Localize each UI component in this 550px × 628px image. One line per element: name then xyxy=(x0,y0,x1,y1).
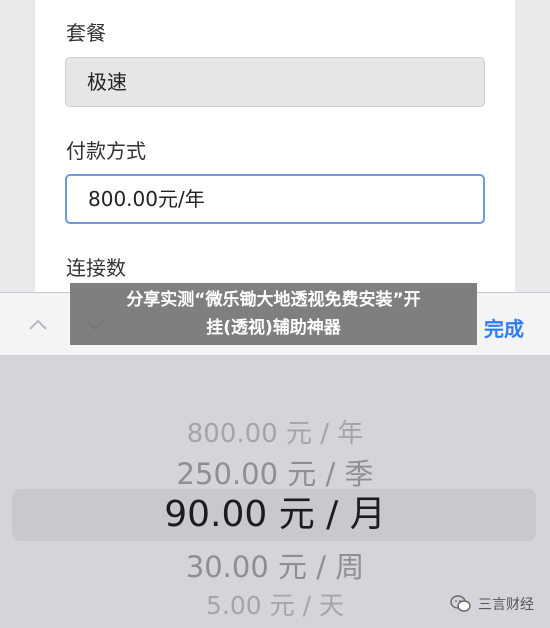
package-label: 套餐 xyxy=(66,21,106,45)
picker-option-selected[interactable]: 90.00 元 / 月 xyxy=(0,491,550,539)
payment-method-field[interactable]: 800.00元/年 xyxy=(65,174,485,224)
chevron-up-icon[interactable] xyxy=(28,315,48,335)
payment-method-label: 付款方式 xyxy=(66,139,146,163)
picker-option[interactable]: 800.00 元 / 年 xyxy=(0,413,550,450)
done-button[interactable]: 完成 xyxy=(484,313,524,342)
watermark-text: 三言财经 xyxy=(478,597,534,613)
package-field[interactable]: 极速 xyxy=(65,57,485,107)
banner-line-1: 分享实测“微乐锄大地透视免费安装”开 xyxy=(126,290,421,310)
watermark: 三言财经 xyxy=(450,594,534,614)
connections-label: 连接数 xyxy=(66,256,126,280)
picker-option[interactable]: 30.00 元 / 周 xyxy=(0,544,550,586)
picker-option[interactable]: 250.00 元 / 季 xyxy=(0,451,550,493)
wechat-icon xyxy=(450,595,471,612)
title-banner: 分享实测“微乐锄大地透视免费安装”开 挂(透视)辅助神器 xyxy=(70,283,477,345)
banner-line-2: 挂(透视)辅助神器 xyxy=(206,318,341,338)
